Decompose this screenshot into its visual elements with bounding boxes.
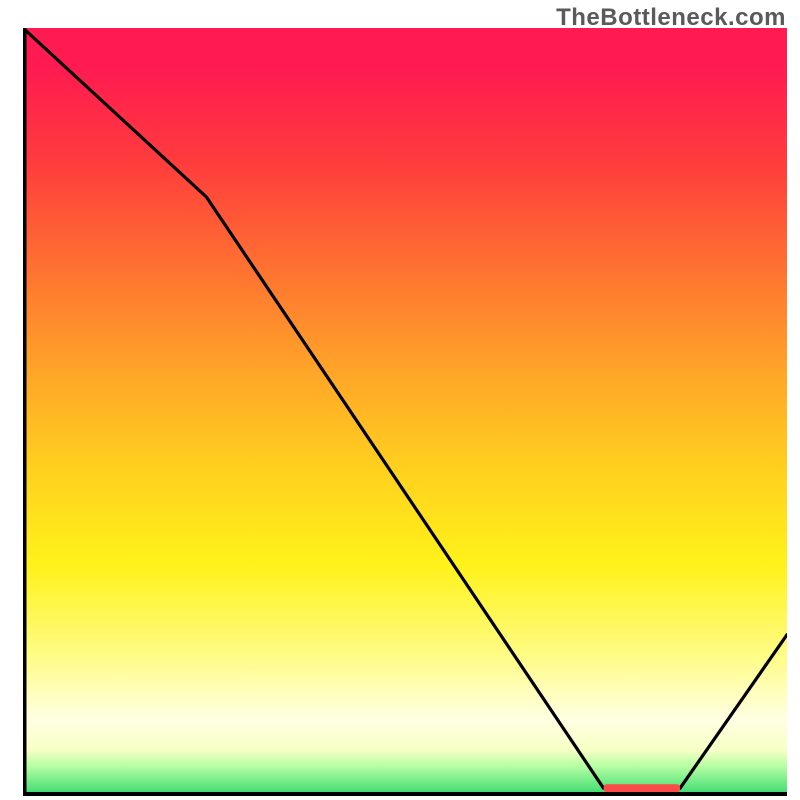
- chart-container: TheBottleneck.com: [0, 0, 800, 800]
- watermark-text: TheBottleneck.com: [556, 4, 786, 32]
- chart-axes: [23, 28, 787, 796]
- plot-area: [23, 28, 787, 796]
